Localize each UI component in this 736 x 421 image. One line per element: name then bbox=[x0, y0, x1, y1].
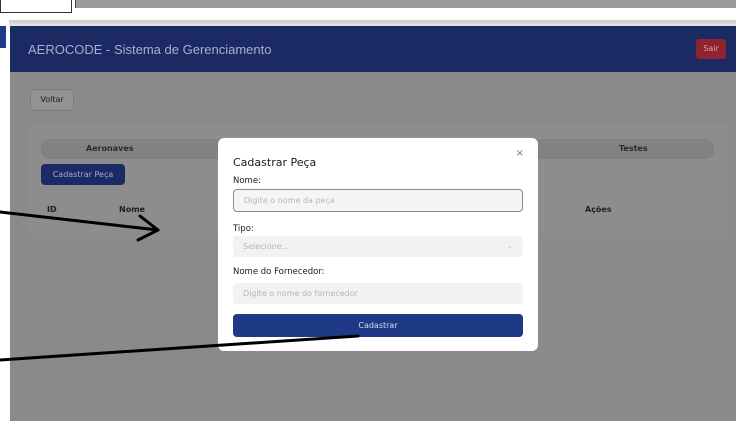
supplier-label: Nome do Fornecedor: bbox=[233, 267, 325, 277]
tab-testes[interactable]: Testes bbox=[619, 139, 648, 159]
supplier-name-input[interactable]: Digite o nome do fornecedor bbox=[233, 283, 523, 304]
back-button[interactable]: Voltar bbox=[30, 89, 74, 111]
app-title: AEROCODE - Sistema de Gerenciamento bbox=[28, 42, 272, 57]
app-header: AEROCODE - Sistema de Gerenciamento Sair bbox=[10, 26, 736, 72]
close-icon[interactable]: × bbox=[516, 148, 524, 159]
part-type-select[interactable]: Selecione... ⌄ bbox=[233, 236, 523, 257]
logout-button[interactable]: Sair bbox=[696, 39, 726, 59]
app-window: AEROCODE - Sistema de Gerenciamento Sair… bbox=[10, 26, 736, 421]
column-header-name: Nome bbox=[119, 205, 145, 214]
type-label: Tipo: bbox=[233, 224, 254, 234]
document-corner-box bbox=[0, 0, 72, 13]
part-name-input[interactable]: Digite o nome da peça bbox=[233, 189, 523, 212]
add-part-button[interactable]: Cadastrar Peça bbox=[41, 164, 125, 185]
column-header-id: ID bbox=[47, 205, 57, 214]
document-top-strip bbox=[75, 0, 736, 8]
chevron-down-icon: ⌄ bbox=[507, 242, 513, 250]
modal-title: Cadastrar Peça bbox=[233, 156, 317, 169]
submit-button[interactable]: Cadastrar bbox=[233, 314, 523, 337]
tab-aeronaves[interactable]: Aeronaves bbox=[86, 139, 134, 159]
name-label: Nome: bbox=[233, 176, 261, 186]
column-header-actions: Ações bbox=[585, 205, 612, 214]
add-part-modal: Cadastrar Peça × Nome: Digite o nome da … bbox=[218, 138, 538, 351]
type-select-placeholder: Selecione... bbox=[243, 242, 290, 251]
document-corner-accent bbox=[0, 26, 6, 48]
